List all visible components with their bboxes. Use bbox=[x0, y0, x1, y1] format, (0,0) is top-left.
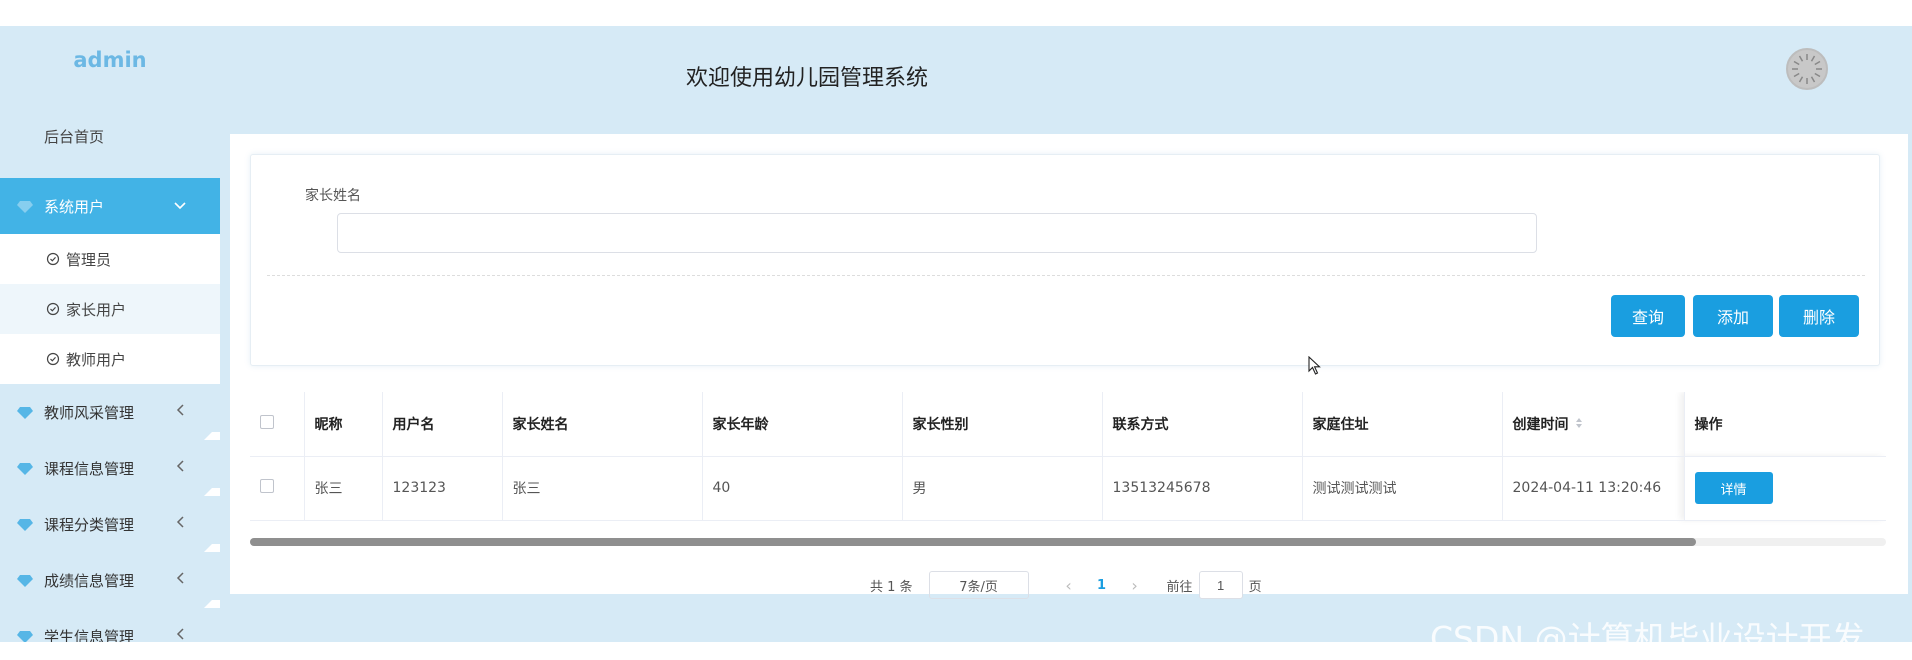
parent-name-input[interactable] bbox=[337, 213, 1537, 253]
gem-icon bbox=[16, 459, 34, 477]
sidebar-subitem-label: 家长用户 bbox=[66, 300, 127, 319]
sidebar: admin 后台首页 系统用户 管理员 家长用户 教师用户 教师风采管理 课程信… bbox=[0, 26, 220, 642]
column-header: 昵称 bbox=[304, 392, 383, 457]
sidebar-subitem-admin[interactable]: 管理员 bbox=[0, 234, 220, 284]
page-size-select[interactable]: 7条/页 bbox=[928, 571, 1029, 599]
goto-prefix: 前往 bbox=[1166, 579, 1193, 595]
goto-suffix: 页 bbox=[1248, 579, 1262, 595]
brand-logo: admin bbox=[73, 48, 147, 72]
page-title: 欢迎使用幼儿园管理系统 bbox=[686, 66, 929, 91]
sidebar-subitem-parent-users[interactable]: 家长用户 bbox=[0, 284, 220, 334]
page-number[interactable]: 1 bbox=[1087, 578, 1117, 593]
sidebar-item-label: 课程分类管理 bbox=[44, 515, 135, 534]
sidebar-item-label: 学生信息管理 bbox=[44, 627, 135, 643]
sort-icon[interactable] bbox=[1575, 417, 1583, 433]
sidebar-item-label: 课程信息管理 bbox=[44, 459, 135, 478]
sidebar-item-label: 系统用户 bbox=[44, 197, 105, 216]
watermark: CSDN @计算机毕业设计开发 bbox=[1430, 619, 1865, 658]
gem-icon bbox=[16, 627, 34, 642]
prev-page-icon[interactable]: ‹ bbox=[1051, 576, 1087, 595]
table-cell: 13513245678 bbox=[1102, 456, 1303, 521]
app-shell: admin 后台首页 系统用户 管理员 家长用户 教师用户 教师风采管理 课程信… bbox=[0, 26, 1912, 658]
chevron-down-icon bbox=[168, 198, 192, 214]
divider bbox=[267, 275, 1865, 276]
chevron-left-icon bbox=[168, 628, 192, 642]
check-circle-icon bbox=[46, 252, 60, 266]
column-header: 家长年龄 bbox=[702, 392, 903, 457]
query-button[interactable]: 查询 bbox=[1611, 295, 1685, 337]
row-checkbox[interactable] bbox=[260, 479, 274, 493]
row-select-cell bbox=[250, 456, 305, 521]
sidebar-item-label: 成绩信息管理 bbox=[44, 571, 135, 590]
column-header: 用户名 bbox=[382, 392, 503, 457]
main-content: 家长姓名 查询 添加 删除 昵称 用户名 家长姓名 家长年龄 家长性别 联系方式… bbox=[230, 134, 1908, 599]
table-row: 张三 123123 张三 40 男 13513245678 测试测试测试 202… bbox=[250, 456, 1886, 521]
table-cell: 123123 bbox=[382, 456, 503, 521]
search-panel: 家长姓名 查询 添加 删除 bbox=[250, 154, 1880, 366]
goto-page-input[interactable] bbox=[1198, 571, 1243, 599]
table-cell: 40 bbox=[702, 456, 903, 521]
table-header-row: 昵称 用户名 家长姓名 家长年龄 家长性别 联系方式 家庭住址 创建时间 操作 bbox=[250, 392, 1886, 457]
column-header: 联系方式 bbox=[1102, 392, 1303, 457]
check-circle-icon bbox=[46, 302, 60, 316]
gem-icon bbox=[16, 197, 34, 215]
sidebar-subitem-teacher-users[interactable]: 教师用户 bbox=[0, 334, 220, 384]
check-circle-icon bbox=[46, 352, 60, 366]
sidebar-subitem-label: 管理员 bbox=[66, 250, 112, 269]
add-button[interactable]: 添加 bbox=[1693, 295, 1773, 337]
table-cell: 张三 bbox=[502, 456, 703, 521]
chevron-left-icon bbox=[168, 404, 192, 420]
table-cell-actions: 详情 bbox=[1684, 456, 1886, 521]
sidebar-item-home[interactable]: 后台首页 bbox=[0, 94, 220, 178]
select-all-cell bbox=[250, 392, 305, 457]
horizontal-scrollbar[interactable] bbox=[250, 538, 1886, 546]
spinner-icon bbox=[1792, 54, 1822, 84]
gem-icon bbox=[16, 571, 34, 589]
sidebar-item-teacher-showcase[interactable]: 教师风采管理 bbox=[0, 384, 220, 440]
sidebar-subitem-label: 教师用户 bbox=[66, 350, 127, 369]
chevron-left-icon bbox=[168, 460, 192, 476]
gem-icon bbox=[16, 403, 34, 421]
pagination: 共 1 条 7条/页 ‹ 1 › 前往 页 bbox=[870, 570, 1262, 600]
table-cell: 张三 bbox=[304, 456, 383, 521]
detail-button[interactable]: 详情 bbox=[1694, 472, 1773, 504]
pagination-total: 共 1 条 bbox=[870, 579, 913, 595]
sidebar-item-label: 后台首页 bbox=[44, 127, 105, 146]
chevron-left-icon bbox=[168, 516, 192, 532]
column-header: 操作 bbox=[1684, 392, 1886, 457]
select-all-checkbox[interactable] bbox=[260, 414, 274, 429]
scrollbar-thumb[interactable] bbox=[250, 538, 1696, 546]
column-header-created[interactable]: 创建时间 bbox=[1502, 392, 1685, 457]
delete-button[interactable]: 删除 bbox=[1779, 295, 1859, 337]
data-table: 昵称 用户名 家长姓名 家长年龄 家长性别 联系方式 家庭住址 创建时间 操作 bbox=[250, 392, 1886, 544]
sidebar-item-system-users[interactable]: 系统用户 bbox=[0, 178, 220, 234]
column-header: 家长姓名 bbox=[502, 392, 703, 457]
sidebar-item-grade-info[interactable]: 成绩信息管理 bbox=[0, 552, 220, 608]
column-header: 家长性别 bbox=[902, 392, 1103, 457]
parent-name-label: 家长姓名 bbox=[305, 188, 361, 204]
column-header: 家庭住址 bbox=[1302, 392, 1503, 457]
gem-icon bbox=[16, 515, 34, 533]
table-cell: 男 bbox=[902, 456, 1103, 521]
sidebar-item-course-category[interactable]: 课程分类管理 bbox=[0, 496, 220, 552]
mouse-cursor-icon bbox=[1308, 355, 1322, 376]
top-header: 欢迎使用幼儿园管理系统 bbox=[228, 26, 1912, 134]
chevron-left-icon bbox=[168, 572, 192, 588]
column-header-label: 创建时间 bbox=[1512, 416, 1569, 433]
avatar[interactable] bbox=[1786, 48, 1828, 90]
next-page-icon[interactable]: › bbox=[1117, 576, 1153, 595]
table-cell: 测试测试测试 bbox=[1302, 456, 1503, 521]
sidebar-item-student-info[interactable]: 学生信息管理 bbox=[0, 608, 220, 642]
sidebar-item-course-info[interactable]: 课程信息管理 bbox=[0, 440, 220, 496]
table-cell: 2024-04-11 13:20:46 bbox=[1502, 456, 1685, 521]
sidebar-item-label: 教师风采管理 bbox=[44, 403, 135, 422]
